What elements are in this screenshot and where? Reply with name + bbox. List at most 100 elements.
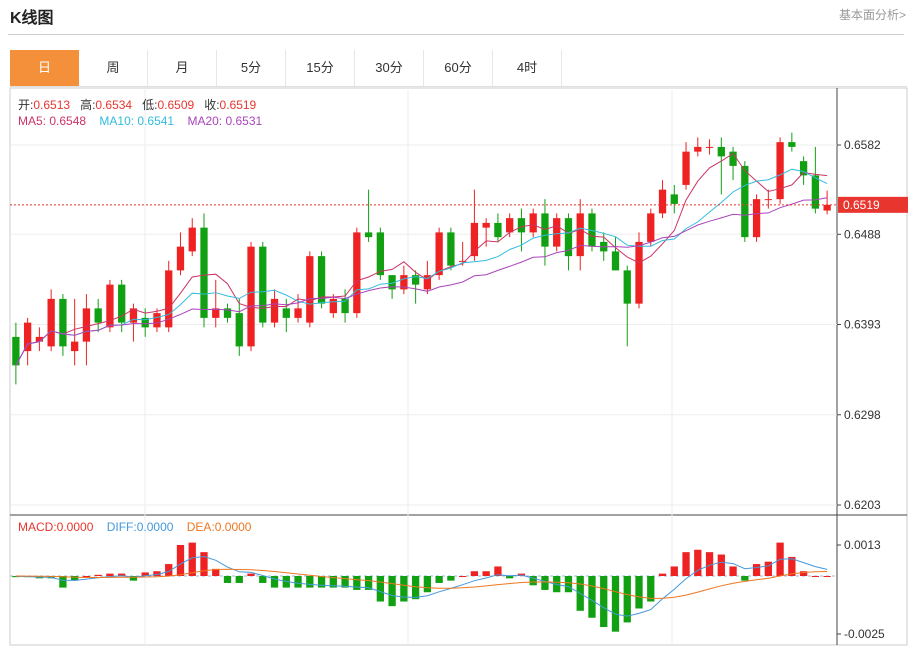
macd-bar [200, 552, 208, 576]
candle-body [647, 213, 655, 242]
candle-body [494, 222, 502, 238]
macd-bar [459, 576, 467, 577]
macd-bar [729, 566, 737, 576]
macd-bar [506, 576, 514, 579]
candle-body [282, 308, 290, 318]
open-value: 0.6513 [33, 98, 71, 112]
macd-bar [176, 545, 185, 576]
candle-body [529, 213, 537, 233]
macd-value: MACD:0.0000 [18, 520, 94, 534]
macd-bar [82, 576, 91, 577]
candle-body [705, 146, 714, 148]
candle-body [153, 313, 161, 328]
macd-bar [223, 576, 232, 583]
macd-bar [611, 576, 620, 632]
macd-bar [259, 576, 267, 583]
macd-bar [635, 576, 643, 609]
candle-body [294, 308, 302, 318]
candle-body [553, 218, 561, 247]
macd-bar [670, 566, 678, 576]
macd-bar [764, 561, 772, 576]
candle-body [658, 189, 667, 214]
candle-body [94, 308, 102, 323]
macd-bar [435, 576, 443, 583]
macd-bar [317, 576, 326, 588]
ma-legend: MA5: 0.6548 MA10: 0.6541 MA20: 0.6531 [18, 114, 262, 128]
price-tick-label: 0.6393 [844, 318, 881, 332]
candle-body [353, 232, 361, 314]
macd-bar [447, 576, 455, 581]
candle-body [200, 227, 208, 318]
dea-value: DEA:0.0000 [186, 520, 252, 534]
macd-bar [106, 573, 114, 576]
macd-bar [600, 576, 608, 628]
macd-bar [294, 576, 302, 588]
macd-bar [306, 576, 314, 588]
last-price-label: 0.6519 [843, 198, 880, 212]
candle-body [306, 256, 314, 323]
price-tick-label: 0.6298 [844, 408, 881, 422]
price-tick-label: 0.6488 [844, 227, 881, 241]
macd-bar [400, 576, 408, 602]
candle-body [259, 246, 267, 323]
macd-bar [482, 571, 490, 576]
macd-tick-label: -0.0025 [844, 627, 885, 641]
macd-bar [376, 576, 384, 602]
macd-bar [411, 576, 420, 600]
close-label: 收: [204, 98, 220, 112]
ma20-line [15, 197, 828, 366]
diff-line [15, 555, 828, 617]
candle-body [71, 341, 79, 352]
candle-body [447, 232, 455, 266]
macd-bar [588, 576, 596, 618]
ma20-legend: MA20: 0.6531 [187, 114, 263, 128]
candle-body [623, 270, 631, 304]
candle-body [741, 165, 749, 238]
macd-bar [717, 554, 725, 576]
macd-bar [752, 564, 761, 576]
candle-body [682, 151, 690, 185]
candle-body [482, 222, 490, 228]
macd-bar [247, 573, 255, 576]
candle-body [776, 142, 784, 200]
macd-bar [564, 576, 573, 593]
macd-bar [741, 576, 749, 581]
macd-bar [682, 552, 690, 576]
candle-body [23, 322, 32, 352]
macd-bar [353, 576, 361, 590]
candle-body [576, 213, 584, 257]
candle-body [517, 218, 526, 233]
open-label: 开: [18, 98, 34, 112]
macd-bar [541, 576, 549, 590]
candle-body [764, 199, 772, 201]
close-value: 0.6519 [219, 98, 257, 112]
macd-bar [470, 571, 479, 576]
macd-bar [388, 576, 396, 607]
candle-body [506, 218, 514, 233]
macd-bar [823, 576, 831, 577]
candle-body [694, 146, 702, 152]
high-label: 高: [80, 98, 96, 112]
price-tick-label: 0.6203 [844, 498, 881, 512]
low-value: 0.6509 [157, 98, 195, 112]
candle-body [635, 241, 643, 304]
candle-body [811, 175, 820, 209]
dea-line [15, 568, 828, 599]
candle-body [717, 146, 725, 157]
ma10-legend: MA10: 0.6541 [99, 114, 175, 128]
macd-bar [235, 576, 243, 583]
candle-body [59, 298, 67, 347]
ma5-line [15, 152, 828, 366]
macd-bar [658, 573, 667, 576]
candle-body [670, 194, 678, 204]
macd-tick-label: 0.0013 [844, 538, 881, 552]
low-label: 低: [142, 98, 158, 112]
macd-bar [59, 576, 67, 588]
candle-body [82, 308, 91, 342]
candle-body [611, 251, 620, 271]
high-value: 0.6534 [95, 98, 133, 112]
candle-body [364, 232, 373, 238]
macd-bar [94, 574, 102, 576]
macd-bar [811, 576, 820, 577]
candle-body [435, 232, 443, 276]
